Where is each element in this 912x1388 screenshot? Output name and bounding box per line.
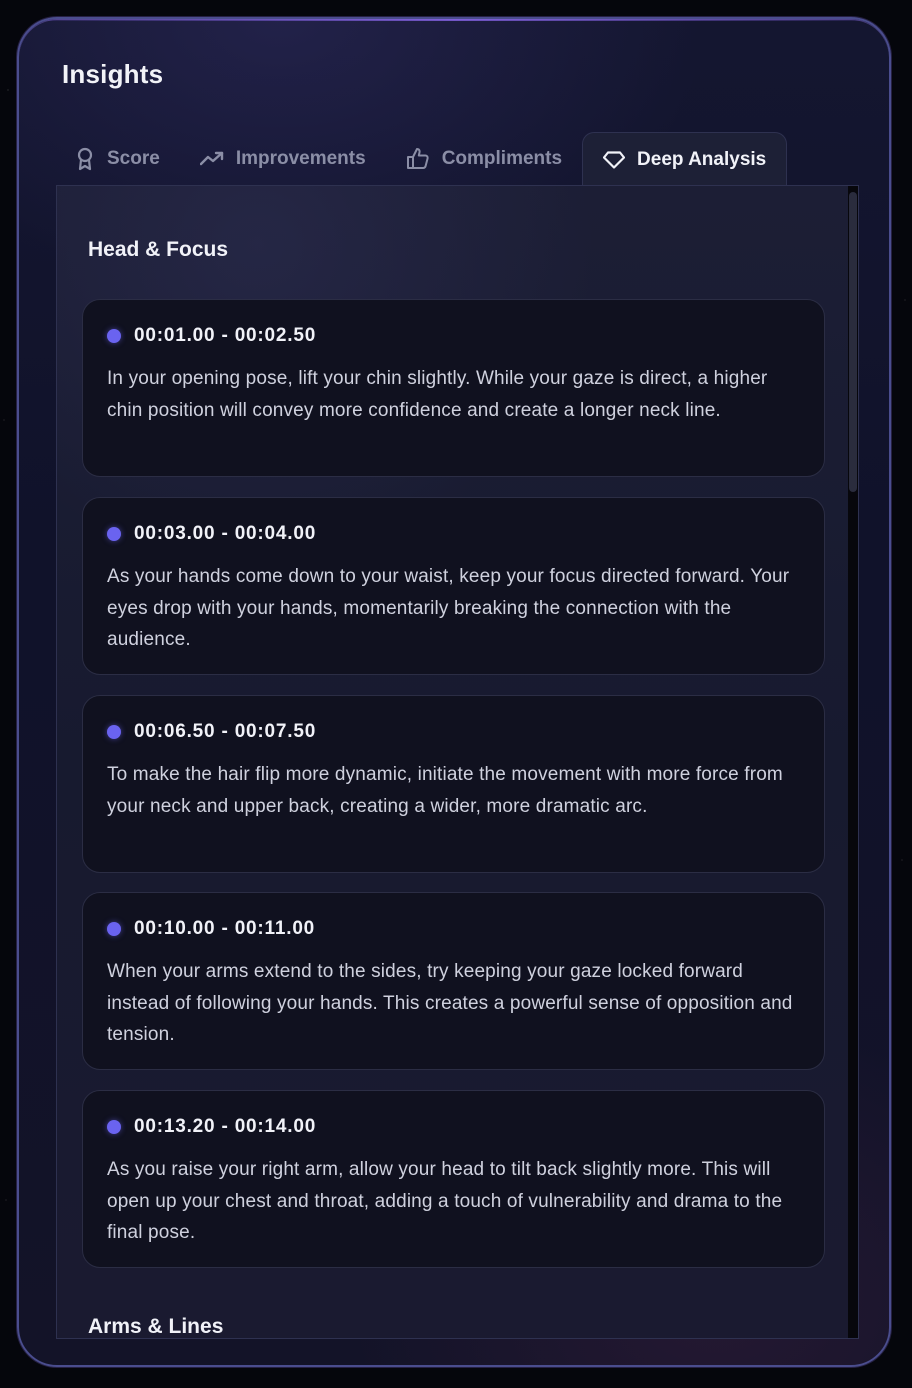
deep-analysis-panel: Head & Focus 00:01.00 - 00:02.50 In your…	[56, 185, 859, 1339]
timestamp-dot	[107, 725, 121, 739]
timestamp: 00:13.20 - 00:14.00	[134, 1116, 317, 1137]
section-title: Head & Focus	[88, 238, 229, 261]
page-title: Insights	[62, 59, 164, 89]
tab-compliments[interactable]: Compliments	[386, 132, 582, 186]
analysis-item: 00:13.20 - 00:14.00 As you raise your ri…	[82, 1090, 825, 1268]
analysis-text: In your opening pose, lift your chin sli…	[107, 368, 768, 421]
timestamp-dot	[107, 922, 121, 936]
tab-deep-analysis[interactable]: Deep Analysis	[582, 132, 788, 186]
analysis-item: 00:06.50 - 00:07.50 To make the hair fli…	[82, 695, 825, 873]
timestamp: 00:06.50 - 00:07.50	[134, 721, 317, 742]
timestamp: 00:03.00 - 00:04.00	[134, 523, 317, 544]
timestamp: 00:10.00 - 00:11.00	[134, 918, 316, 939]
analysis-text: When your arms extend to the sides, try …	[107, 961, 793, 1045]
tab-deep-analysis-label: Deep Analysis	[637, 148, 767, 170]
timestamp-dot	[107, 527, 121, 541]
gem-icon	[603, 150, 626, 169]
tab-score-label: Score	[107, 148, 160, 169]
analysis-item: 00:01.00 - 00:02.50 In your opening pose…	[82, 299, 825, 477]
tab-improvements-label: Improvements	[235, 148, 366, 169]
section-title: Arms & Lines	[88, 1315, 224, 1338]
thumbs-up-icon	[406, 147, 430, 171]
timestamp-dot	[107, 1120, 121, 1134]
timestamp-dot	[107, 329, 121, 343]
analysis-item: 00:10.00 - 00:11.00 When your arms exten…	[82, 892, 825, 1070]
tab-bar: Score Improvements Compliments Deep Anal…	[56, 132, 788, 186]
tab-compliments-label: Compliments	[441, 148, 563, 169]
award-icon	[75, 147, 95, 171]
analysis-item: 00:03.00 - 00:04.00 As your hands come d…	[82, 497, 825, 675]
tab-score[interactable]: Score	[56, 132, 180, 186]
tab-improvements[interactable]: Improvements	[180, 132, 386, 186]
scrollbar-thumb[interactable]	[849, 192, 857, 492]
trending-up-icon	[199, 150, 224, 168]
analysis-text: As you raise your right arm, allow your …	[107, 1159, 783, 1243]
scrollbar[interactable]	[848, 186, 858, 1338]
timestamp: 00:01.00 - 00:02.50	[134, 325, 317, 346]
analysis-text: As your hands come down to your waist, k…	[107, 566, 790, 650]
insights-card: Insights Score Improvements Compliments …	[17, 17, 891, 1367]
analysis-text: To make the hair flip more dynamic, init…	[107, 764, 783, 817]
